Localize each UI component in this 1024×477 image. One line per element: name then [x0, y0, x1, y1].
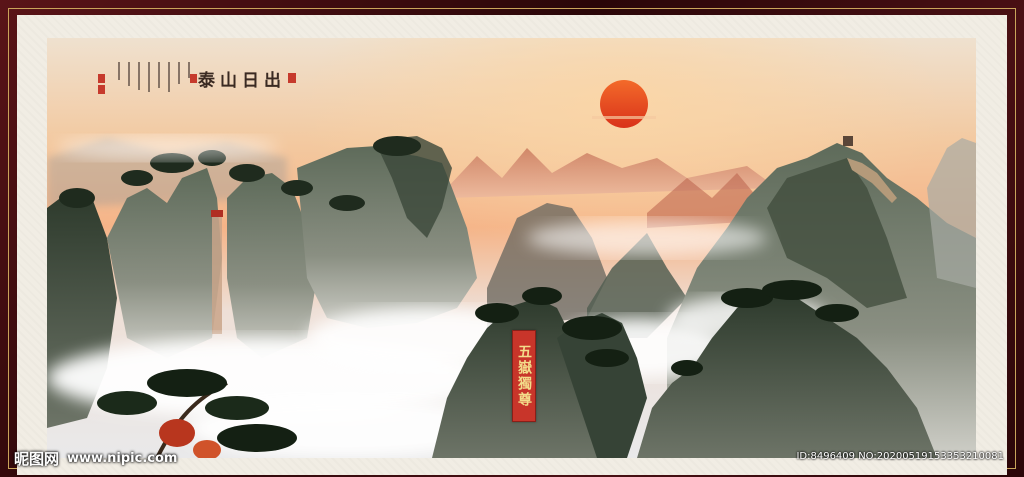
- summit-pavilion: [843, 136, 853, 146]
- sun-cloud-band: [592, 116, 656, 119]
- carved-inscription-banner: 五嶽獨尊: [512, 330, 536, 422]
- artist-seal-2: [98, 85, 105, 94]
- painting-title: 泰山日出: [198, 71, 286, 91]
- title-seal: [288, 73, 296, 83]
- watermark-site-name: 昵图网: [14, 450, 60, 468]
- artist-seal-3: [190, 74, 197, 83]
- watermark-id: ID:8496409 NO:20200519153353210081: [796, 451, 1004, 462]
- watermark-site-url: www.nipic.com: [67, 451, 178, 466]
- stairway-gate: [211, 210, 223, 217]
- calligraphy-inscription: [112, 62, 196, 94]
- left-stone-stairway: [212, 210, 222, 334]
- artist-seal-1: [98, 74, 105, 83]
- watermark-site: 昵图网 www.nipic.com: [14, 448, 177, 469]
- rising-sun: [600, 80, 648, 128]
